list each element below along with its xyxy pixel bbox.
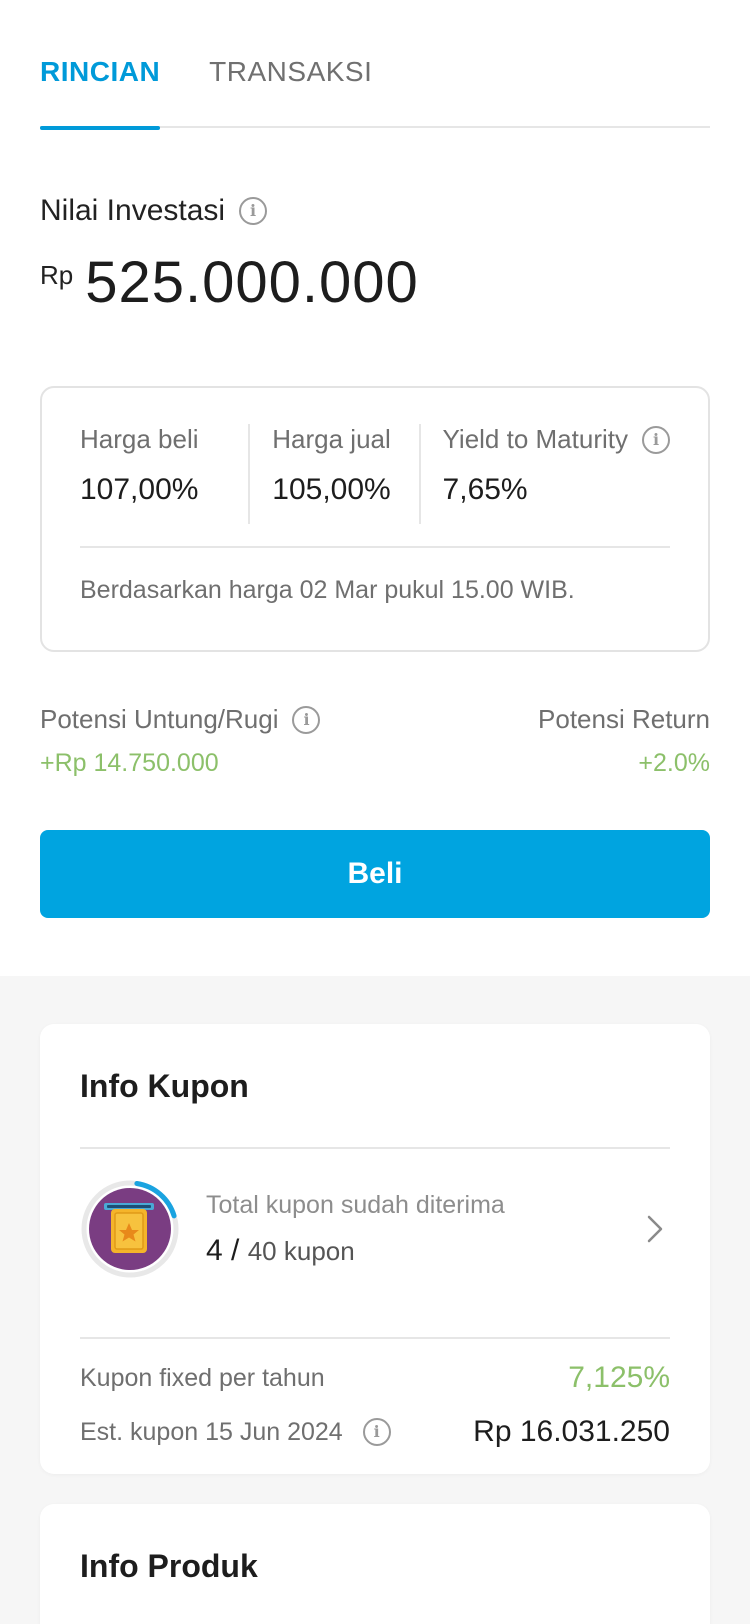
coupon-estimate-label-row: Est. kupon 15 Jun 2024 i xyxy=(80,1418,391,1447)
potential-return-value: +2.0% xyxy=(638,749,710,777)
tab-bar: RINCIAN TRANSAKSI xyxy=(40,0,710,130)
price-note: Berdasarkan harga 02 Mar pukul 15.00 WIB… xyxy=(80,576,575,604)
coupon-count: 4 xyxy=(206,1233,223,1267)
price-card: Harga beli 107,00% Harga jual 105,00% Yi… xyxy=(40,386,710,652)
coupon-total: 40 kupon xyxy=(247,1235,355,1266)
product-info-card: Info Produk xyxy=(40,1504,710,1624)
coupon-fixed-label: Kupon fixed per tahun xyxy=(80,1363,325,1392)
buy-price-label: Harga beli xyxy=(80,424,199,454)
investment-label-row: Nilai Investasi i xyxy=(40,194,710,228)
info-icon[interactable]: i xyxy=(642,425,670,454)
investment-currency: Rp xyxy=(40,260,74,290)
potential-return-label: Potensi Return xyxy=(538,704,710,734)
ytm-value: 7,65% xyxy=(442,473,528,506)
ytm: Yield to Maturity i 7,65% xyxy=(418,424,670,524)
potential-row: Potensi Untung/Rugi i +Rp 14.750.000 Pot… xyxy=(40,704,710,778)
ytm-label: Yield to Maturity xyxy=(442,424,628,454)
coupon-separator: / xyxy=(231,1233,240,1267)
coupon-estimate-value: Rp 16.031.250 xyxy=(473,1415,670,1448)
coupon-ticket-icon xyxy=(80,1179,180,1279)
potential-pl: Potensi Untung/Rugi i +Rp 14.750.000 xyxy=(40,704,321,778)
coupon-fixed-value: 7,125% xyxy=(568,1361,670,1394)
coupon-received-text: Total kupon sudah diterima 4 / 40 kupon xyxy=(206,1191,640,1268)
chevron-right-icon[interactable] xyxy=(640,1214,670,1244)
sell-price-label: Harga jual xyxy=(272,424,391,454)
sell-price: Harga jual 105,00% xyxy=(248,424,418,524)
potential-pl-label: Potensi Untung/Rugi xyxy=(40,704,279,734)
investment-amount: 525.000.000 xyxy=(85,250,419,315)
buy-price-value: 107,00% xyxy=(80,473,199,506)
divider xyxy=(80,1337,670,1339)
coupon-estimate-label: Est. kupon 15 Jun 2024 xyxy=(80,1417,343,1446)
coupon-received-row[interactable]: Total kupon sudah diterima 4 / 40 kupon xyxy=(80,1149,670,1309)
coupon-received-label: Total kupon sudah diterima xyxy=(206,1190,505,1219)
tab-rincian[interactable]: RINCIAN xyxy=(40,0,161,130)
potential-return: Potensi Return +2.0% xyxy=(538,704,710,778)
info-section: Info Kupon Total kupon sudah diterima 4 … xyxy=(0,976,750,1624)
coupon-received-count: 4 / 40 kupon xyxy=(206,1234,640,1268)
coupon-fixed-row: Kupon fixed per tahun 7,125% xyxy=(80,1361,670,1395)
divider xyxy=(80,546,670,548)
buy-price: Harga beli 107,00% xyxy=(80,424,228,524)
investment-value: Rp 525.000.000 xyxy=(40,250,710,316)
info-icon[interactable]: i xyxy=(239,197,268,225)
product-info-title: Info Produk xyxy=(80,1548,258,1584)
coupon-details: Kupon fixed per tahun 7,125% Est. kupon … xyxy=(80,1361,670,1449)
detail-section: RINCIAN TRANSAKSI Nilai Investasi i Rp 5… xyxy=(0,0,750,976)
sell-price-value: 105,00% xyxy=(272,473,391,506)
tab-transaksi[interactable]: TRANSAKSI xyxy=(209,0,372,128)
coupon-info-card: Info Kupon Total kupon sudah diterima 4 … xyxy=(40,1024,710,1474)
info-icon[interactable]: i xyxy=(362,1418,391,1446)
coupon-info-title: Info Kupon xyxy=(80,1068,249,1104)
price-row: Harga beli 107,00% Harga jual 105,00% Yi… xyxy=(80,424,670,524)
investment-label: Nilai Investasi xyxy=(40,194,226,227)
coupon-estimate-row: Est. kupon 15 Jun 2024 i Rp 16.031.250 xyxy=(80,1415,670,1449)
buy-button[interactable]: Beli xyxy=(40,830,710,918)
potential-pl-value: +Rp 14.750.000 xyxy=(40,749,219,777)
potential-pl-label-row: Potensi Untung/Rugi i xyxy=(40,704,321,735)
info-icon[interactable]: i xyxy=(292,705,321,734)
ytm-label-row: Yield to Maturity i xyxy=(443,424,670,455)
